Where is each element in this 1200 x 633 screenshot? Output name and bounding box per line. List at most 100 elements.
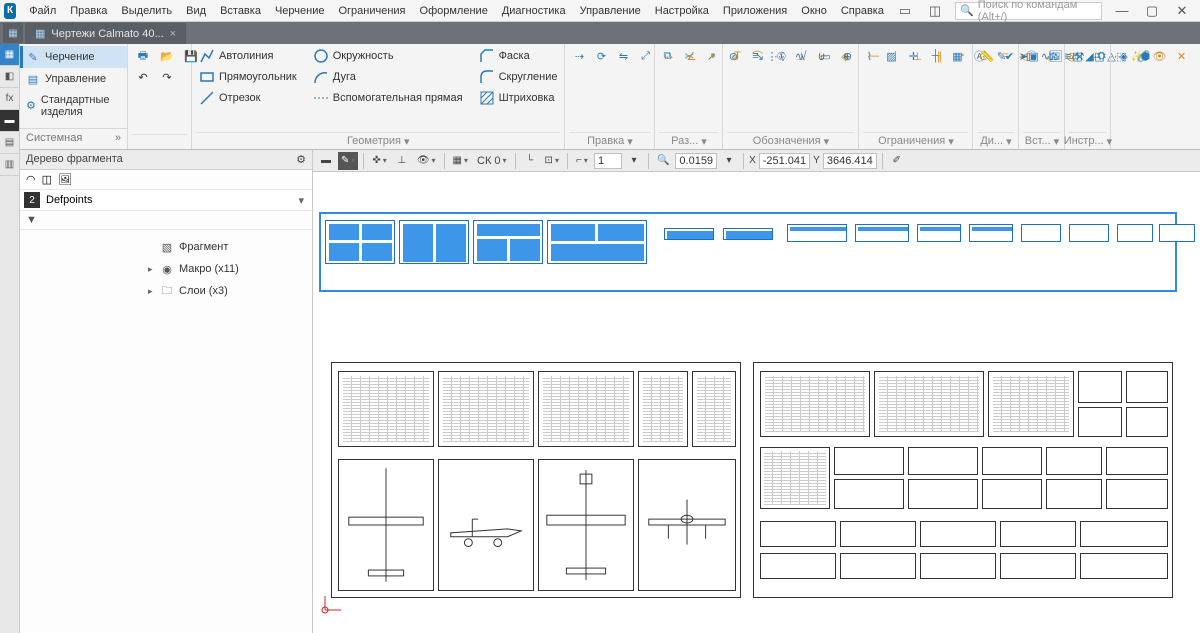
dim-angle-button[interactable]: ∠ (681, 46, 701, 66)
left-tab-1[interactable]: ▦ (0, 44, 19, 66)
vt-snap[interactable]: ✜ (369, 152, 389, 170)
measure-button[interactable]: 📏 (977, 46, 997, 66)
constr-perp-button[interactable]: ⊥ (907, 46, 927, 66)
tool-4[interactable]: ⬢ (1135, 46, 1155, 66)
menu-edit[interactable]: Правка (63, 2, 114, 20)
dim-radius-button[interactable]: ◐ (703, 46, 723, 66)
mode-drawing[interactable]: ✎Черчение (20, 46, 127, 68)
vt-y-field[interactable]: 3646.414 (823, 153, 877, 169)
vt-pencil[interactable]: ✎ (338, 152, 358, 170)
vt-dropper[interactable]: ✐ (888, 152, 906, 170)
thumbnail-3[interactable] (473, 220, 543, 264)
menu-select[interactable]: Выделить (114, 2, 179, 20)
circle-button[interactable]: Окружность (310, 46, 466, 66)
expand-icon[interactable]: ▾ (627, 135, 633, 148)
open-button[interactable]: 📂 (156, 46, 178, 66)
thumbnail-13[interactable] (1117, 224, 1153, 242)
tree-tool-3-icon[interactable]: 🖼 (58, 173, 72, 186)
undo-button[interactable]: ↶ (132, 67, 154, 87)
constr-v-button[interactable]: | (885, 46, 905, 66)
layout-single-icon[interactable]: ▭ (891, 1, 919, 21)
constr-par-button[interactable]: ∥ (929, 46, 949, 66)
tree-item-layers[interactable]: ▸ 🗀 Слои (x3) (20, 280, 312, 302)
tool-2[interactable]: ⛭ (1091, 46, 1111, 66)
thumbnail-7[interactable] (787, 224, 847, 242)
left-tab-3[interactable]: fx (0, 88, 19, 110)
constr-del-button[interactable]: ✕ (1171, 46, 1191, 66)
insert-img-button[interactable]: 🖼 (1045, 46, 1065, 66)
roughness-button[interactable]: √ (793, 46, 813, 66)
thumbnail-11[interactable] (1021, 224, 1061, 242)
chamfer-button[interactable]: Фаска (476, 46, 561, 66)
thumbnail-1[interactable] (325, 220, 395, 264)
vt-ortho[interactable]: ⊥ (393, 152, 411, 170)
menu-view[interactable]: Вид (179, 2, 213, 20)
vt-step-drop[interactable]: ▾ (720, 152, 738, 170)
minimize-button[interactable]: — (1108, 1, 1136, 21)
thumbnail-9[interactable] (917, 224, 961, 242)
thumbnail-2[interactable] (399, 220, 469, 264)
rectangle-button[interactable]: Прямоугольник (196, 67, 300, 87)
home-tab-icon[interactable]: ▦ (3, 23, 23, 43)
vt-x-field[interactable]: -251.041 (759, 153, 810, 169)
left-tab-6[interactable]: ▥ (0, 154, 19, 176)
menu-constraints[interactable]: Ограничения (331, 2, 412, 20)
layer-name-input[interactable] (44, 192, 290, 208)
expand-triangle-icon[interactable]: ▸ (148, 264, 153, 275)
vt-scale-drop[interactable]: ▾ (625, 152, 643, 170)
menu-insert[interactable]: Вставка (213, 2, 268, 20)
helper-line-button[interactable]: Вспомогательная прямая (310, 88, 466, 108)
mode-manage[interactable]: ▤Управление (20, 68, 127, 90)
drawing-canvas[interactable] (313, 172, 1200, 633)
vt-close[interactable]: ▬ (317, 152, 335, 170)
thumbnail-4[interactable] (547, 220, 647, 264)
vt-axis[interactable]: └ (521, 152, 539, 170)
vt-dock[interactable]: ⌐ (573, 152, 591, 170)
arc-button[interactable]: Дуга (310, 67, 466, 87)
vt-grid[interactable]: ▦ (450, 152, 471, 170)
left-tab-4[interactable]: ▬ (0, 110, 19, 132)
tool-3[interactable]: ◈ (1113, 46, 1133, 66)
document-tab[interactable]: ▦ Чертежи Calmato 40... × (25, 23, 186, 44)
fillet-button[interactable]: Скругление (476, 67, 561, 87)
drawing-sheet-left[interactable] (331, 362, 741, 598)
menu-diagnostics[interactable]: Диагностика (495, 2, 573, 20)
left-tab-5[interactable]: ▤ (0, 132, 19, 154)
menu-format[interactable]: Оформление (413, 2, 495, 20)
tolerance-button[interactable]: ⊕ (837, 46, 857, 66)
datum-button[interactable]: ▭ (815, 46, 835, 66)
menu-file[interactable]: Файл (22, 2, 63, 20)
layout-split-icon[interactable]: ◫ (921, 1, 949, 21)
gear-icon[interactable]: ⚙ (296, 153, 306, 166)
drawing-sheet-right[interactable] (753, 362, 1173, 598)
tree-tool-1-icon[interactable]: ◠ (26, 173, 36, 186)
mode-standard[interactable]: ⚙Стандартные изделия (20, 90, 127, 122)
rotate-button[interactable]: ⟳ (591, 46, 611, 66)
hatch-button[interactable]: Штриховка (476, 88, 561, 108)
thumbnail-6[interactable] (723, 228, 773, 240)
thumbnail-14[interactable] (1159, 224, 1195, 242)
filter-row[interactable]: ▼ (20, 211, 312, 230)
move-button[interactable]: ⇢ (569, 46, 589, 66)
vt-align[interactable]: ⊡ (542, 152, 562, 170)
vt-zoom[interactable]: 🔍 (654, 152, 672, 170)
segment-button[interactable]: Отрезок (196, 88, 300, 108)
balloon-button[interactable]: ① (771, 46, 791, 66)
vt-cs[interactable]: СК 0 (474, 152, 510, 170)
menu-apps[interactable]: Приложения (716, 2, 794, 20)
vt-scale-field[interactable]: 1 (594, 153, 622, 169)
layer-dropdown-icon[interactable]: ▾ (294, 194, 308, 207)
thumbnail-8[interactable] (855, 224, 909, 242)
autoline-button[interactable]: Автолиния (196, 46, 300, 66)
chevron-icon[interactable]: » (115, 132, 121, 144)
leader-button[interactable]: ↘ (749, 46, 769, 66)
thumbnail-5[interactable] (664, 228, 714, 240)
thumbnail-10[interactable] (969, 224, 1013, 242)
check-button[interactable]: ✔ (999, 46, 1019, 66)
menu-window[interactable]: Окно (794, 2, 834, 20)
command-search-input[interactable]: 🔍 Поиск по командам (Alt+/) (955, 2, 1102, 20)
menu-manage[interactable]: Управление (573, 2, 648, 20)
tree-item-fragment[interactable]: ▧ Фрагмент (20, 236, 312, 258)
constr-h-button[interactable]: — (863, 46, 883, 66)
expand-icon[interactable]: ▾ (404, 135, 410, 148)
